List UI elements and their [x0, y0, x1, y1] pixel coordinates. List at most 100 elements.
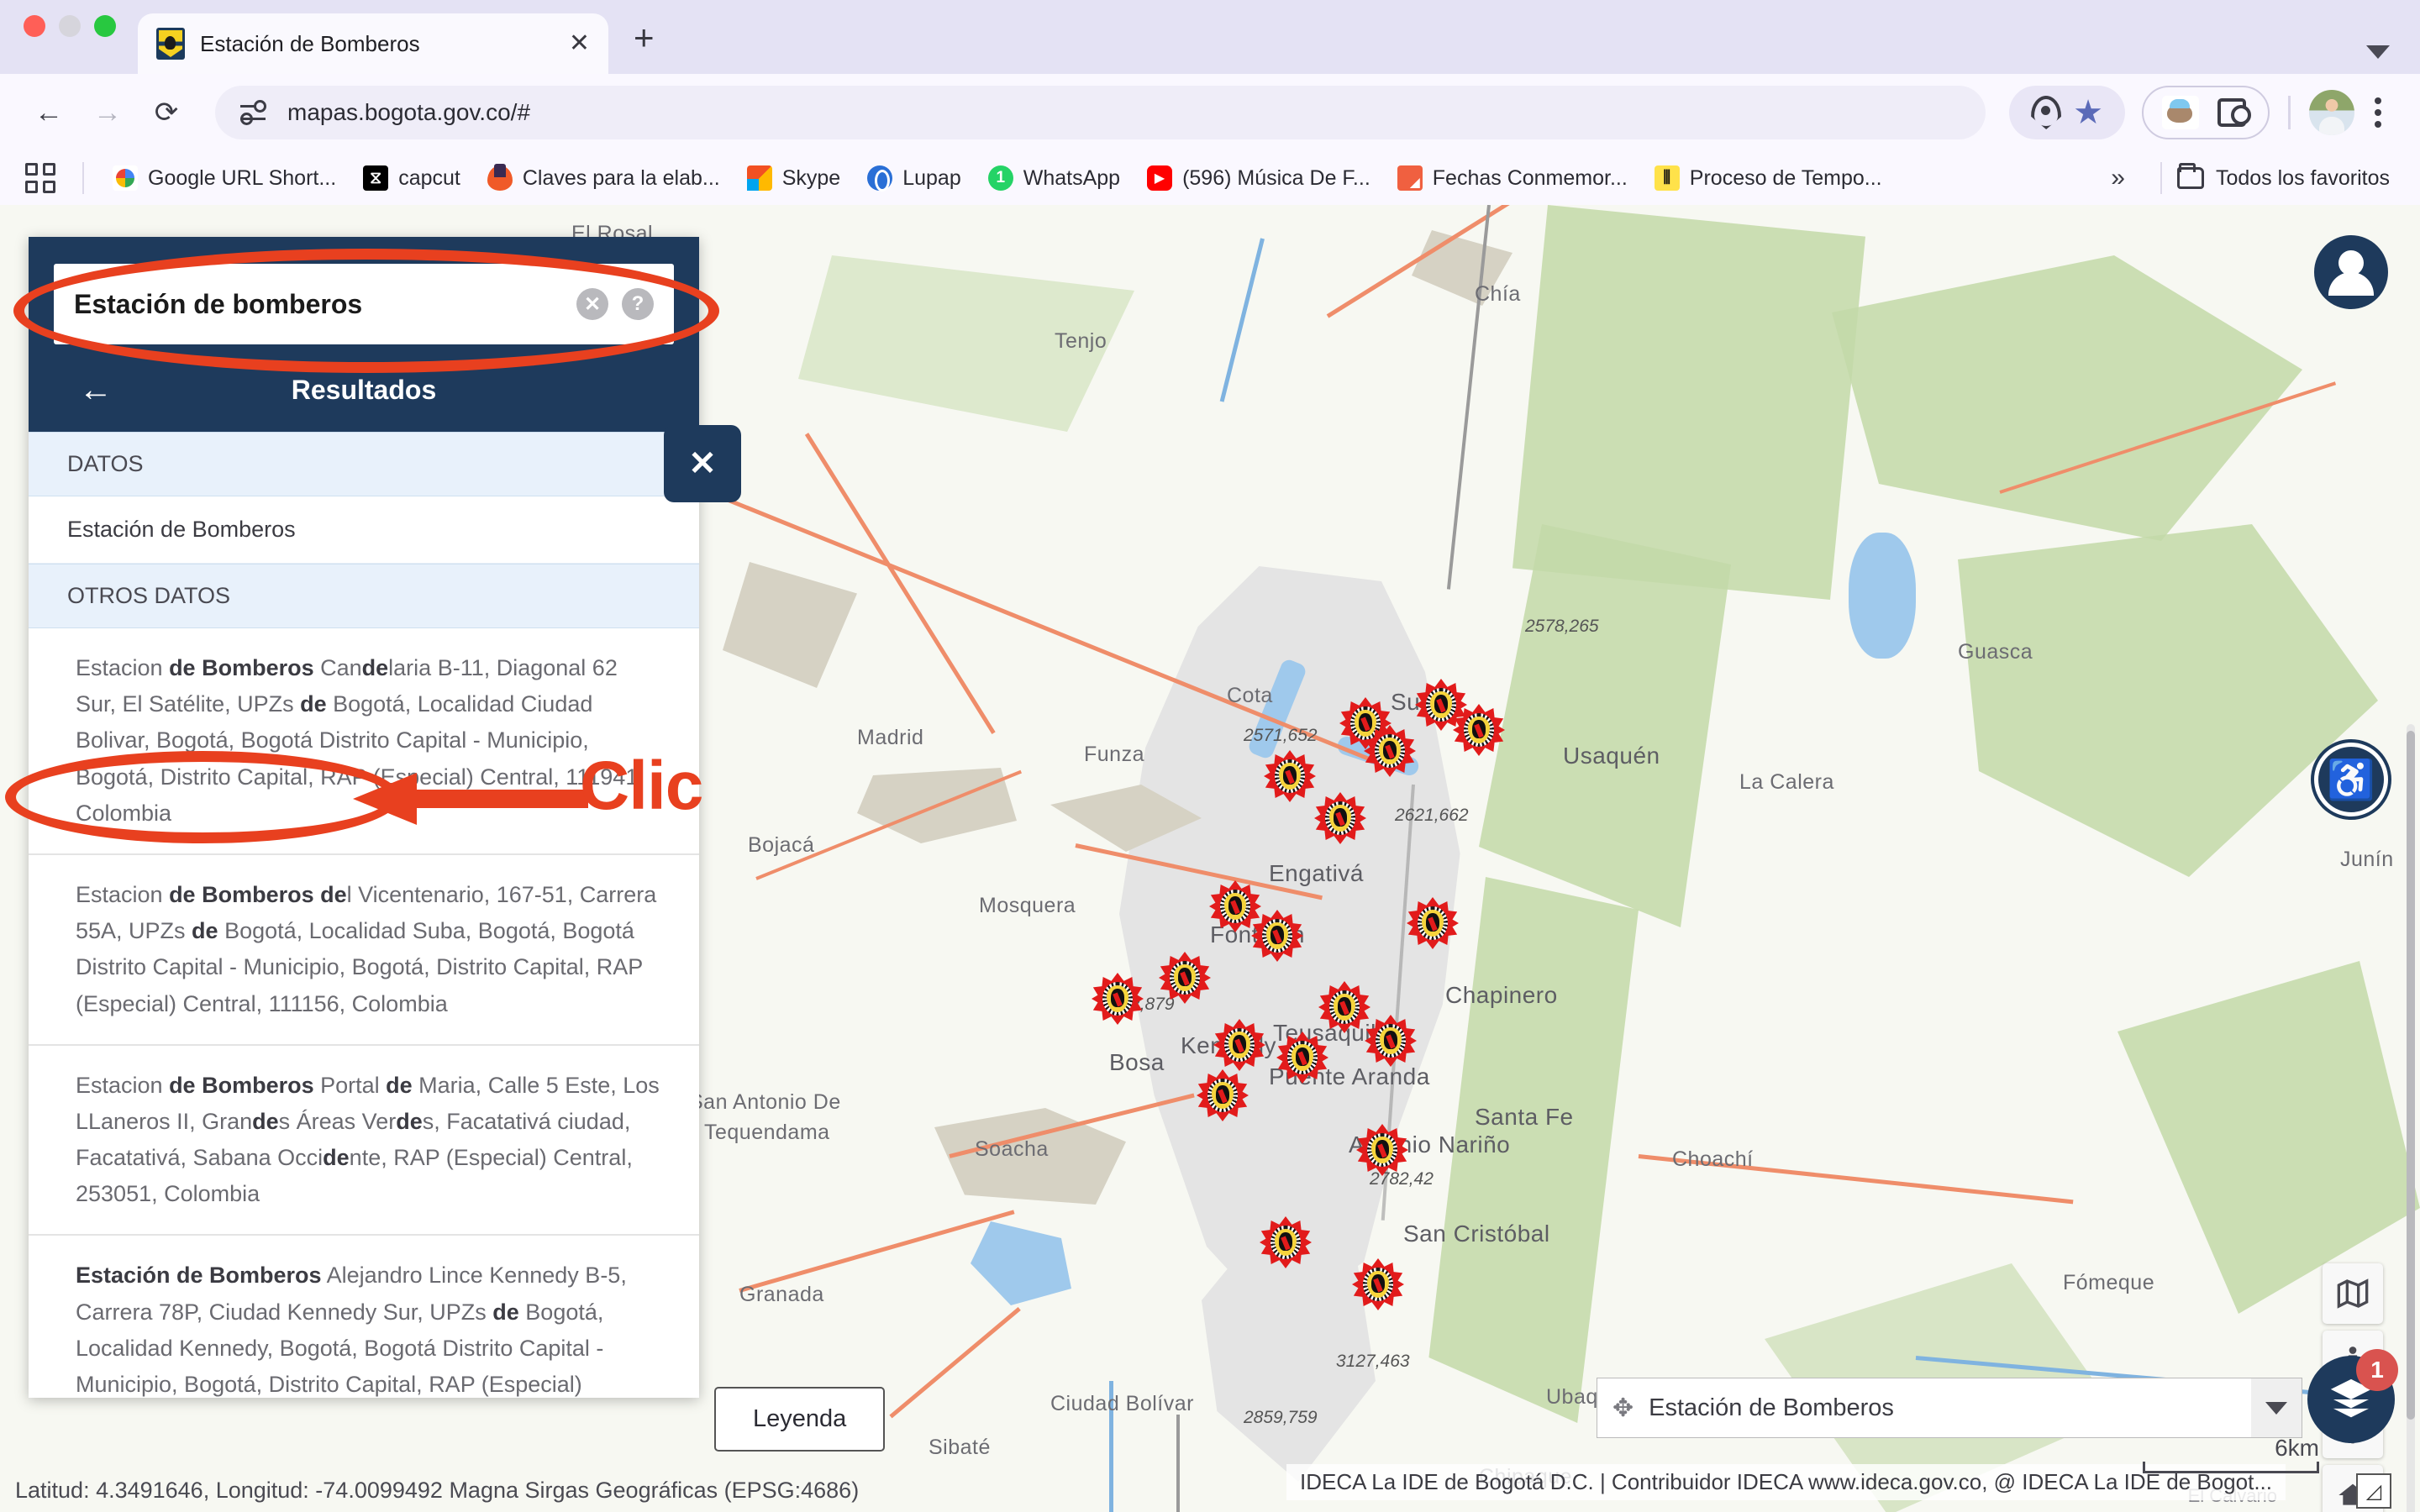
window-traffic-lights [24, 0, 116, 74]
fire-station-icon[interactable] [1318, 981, 1370, 1033]
all-bookmarks-button[interactable]: Todos los favoritos [2176, 163, 2398, 191]
river-line [1219, 238, 1265, 402]
basemap-icon[interactable] [2323, 1263, 2383, 1324]
fire-station-icon[interactable] [1092, 973, 1144, 1025]
map-label: Tenjo [1055, 329, 1107, 353]
gimp-extension-icon[interactable] [2162, 96, 2199, 129]
layer-select[interactable]: ✥ Estación de Bomberos [1597, 1378, 2302, 1438]
site-settings-icon[interactable] [237, 97, 269, 129]
fire-station-icon[interactable] [1453, 704, 1505, 756]
fire-station-icon[interactable] [1264, 750, 1316, 802]
suburb-facatativa [723, 562, 857, 688]
fire-station-icon[interactable] [1365, 1015, 1417, 1067]
divider [82, 162, 84, 194]
boundary [1176, 1415, 1180, 1512]
location-pin-icon[interactable] [2031, 96, 2061, 129]
elevation-label: 2621,662 [1395, 806, 1469, 825]
tab-title: Estación de Bomberos [200, 30, 420, 56]
scale-bar-line [2143, 1462, 2319, 1473]
fire-station-icon[interactable] [1213, 1019, 1265, 1071]
new-tab-button[interactable]: + [634, 20, 655, 74]
chrome-menu-icon[interactable] [2360, 89, 2396, 136]
cursor-icon: ◿ [2356, 1473, 2391, 1509]
reload-button[interactable]: ⟳ [141, 87, 192, 138]
map-stage: El Rosal Tenjo Chía Cota Funza Madrid Suba Usaq… [0, 205, 2420, 1512]
map-canvas[interactable]: El Rosal Tenjo Chía Cota Funza Madrid Suba Usaq… [0, 205, 2420, 1512]
fire-station-icon[interactable] [1260, 1216, 1312, 1268]
map-label: Cota [1227, 684, 1273, 707]
other-result-item[interactable]: Estacion de Bomberos Candelaria B-11, Di… [29, 628, 699, 855]
leyenda-button[interactable]: Leyenda [714, 1387, 886, 1452]
map-label: Granada [739, 1283, 824, 1306]
fire-station-icon[interactable] [1407, 897, 1459, 949]
chevron-down-icon[interactable] [2251, 1378, 2302, 1437]
close-window-button[interactable] [24, 15, 45, 37]
browser-toolbar: ← → ⟳ mapas.bogota.gov.co/# ★ [0, 74, 2420, 151]
panel-scrollbar[interactable] [2407, 724, 2415, 1512]
bookmarks-overflow-icon[interactable]: » [2091, 164, 2145, 192]
bookmark-label: Lupap [902, 165, 961, 190]
maximize-window-button[interactable] [94, 15, 116, 37]
close-panel-button[interactable]: ✕ [664, 425, 741, 502]
bookmark-musica[interactable]: ▶ (596) Música De F... [1134, 158, 1384, 198]
scrollbar-thumb[interactable] [2407, 731, 2415, 1420]
fire-station-icon[interactable] [1364, 725, 1416, 777]
forward-button[interactable]: → [82, 87, 133, 138]
terrain-green [1958, 524, 2378, 877]
map-label: San Antonio De [689, 1090, 841, 1114]
bookmark-label: capcut [398, 165, 460, 190]
bookmark-skype[interactable]: Skype [734, 158, 854, 198]
map-label: Bojacá [748, 833, 815, 857]
bookmark-star-icon[interactable]: ★ [2073, 96, 2103, 129]
clear-search-icon[interactable]: ✕ [576, 288, 608, 320]
chevron-down-icon[interactable] [2366, 45, 2390, 59]
otros-datos-list: Estacion de Bomberos Candelaria B-11, Di… [29, 628, 699, 1398]
bookmark-proceso[interactable]: ⫼ Proceso de Tempo... [1641, 158, 1896, 198]
back-icon[interactable]: ← [79, 373, 113, 407]
accessibility-icon[interactable]: ♿ [2314, 743, 2388, 816]
extensions-puzzle-icon[interactable] [2214, 95, 2251, 130]
move-handle-icon[interactable]: ✥ [1612, 1394, 1634, 1423]
elevation-label: 2571,652 [1244, 726, 1318, 745]
search-input[interactable]: Estación de bomberos ✕ ? [54, 264, 674, 344]
fire-station-icon[interactable] [1159, 952, 1211, 1004]
user-avatar-icon[interactable] [2314, 235, 2388, 309]
elevation-label: 2578,265 [1525, 617, 1599, 636]
minimize-window-button[interactable] [59, 15, 81, 37]
bookmark-claves[interactable]: Claves para la elab... [474, 158, 734, 198]
close-icon[interactable]: ✕ [569, 31, 590, 56]
toolbar-right: ★ [2009, 86, 2396, 139]
other-result-item[interactable]: Estación de Bomberos Alejandro Lince Ken… [29, 1236, 699, 1398]
profile-avatar[interactable] [2309, 90, 2354, 135]
whatsapp-icon: 1 [987, 165, 1013, 191]
map-label: Chía [1475, 282, 1521, 306]
back-button[interactable]: ← [24, 87, 74, 138]
other-result-item[interactable]: Estacion de Bomberos Portal de Maria, Ca… [29, 1046, 699, 1236]
other-result-item[interactable]: Estacion de Bomberos del Vicentenario, 1… [29, 855, 699, 1046]
fechas-icon [1397, 165, 1423, 191]
bookmark-lupap[interactable]: Lupap [854, 158, 975, 198]
search-panel-header: Estación de bomberos ✕ ? ← Resultados [29, 237, 699, 432]
layers-button[interactable]: 1 [2307, 1349, 2398, 1443]
fire-station-icon[interactable] [1352, 1258, 1404, 1310]
fire-station-icon[interactable] [1197, 1069, 1249, 1121]
fire-station-icon[interactable] [1276, 1032, 1328, 1084]
fire-station-icon[interactable] [1251, 910, 1303, 962]
address-bar[interactable]: mapas.bogota.gov.co/# [215, 86, 1986, 139]
browser-tab[interactable]: Estación de Bomberos ✕ [138, 13, 608, 74]
elevation-label: 2859,759 [1244, 1408, 1318, 1427]
fire-station-icon[interactable] [1356, 1124, 1408, 1176]
bookmark-google-url-shortener[interactable]: Google URL Short... [99, 158, 350, 198]
capcut-icon: ⧖ [363, 165, 389, 191]
result-item-estacion-de-bomberos[interactable]: Estación de Bomberos [29, 496, 699, 564]
bookmark-whatsapp[interactable]: 1 WhatsApp [975, 158, 1134, 198]
results-list[interactable]: DATOS Estación de Bomberos OTROS DATOS E… [29, 432, 699, 1398]
layers-badge-count: 1 [2356, 1349, 2398, 1391]
apps-grid-icon[interactable] [22, 159, 60, 197]
divider [2160, 162, 2162, 194]
bookmark-capcut[interactable]: ⧖ capcut [350, 158, 474, 198]
bookmark-fechas[interactable]: Fechas Conmemor... [1384, 158, 1641, 198]
fire-station-icon[interactable] [1314, 792, 1366, 844]
help-icon[interactable]: ? [622, 288, 654, 320]
proceso-icon: ⫼ [1654, 165, 1680, 191]
